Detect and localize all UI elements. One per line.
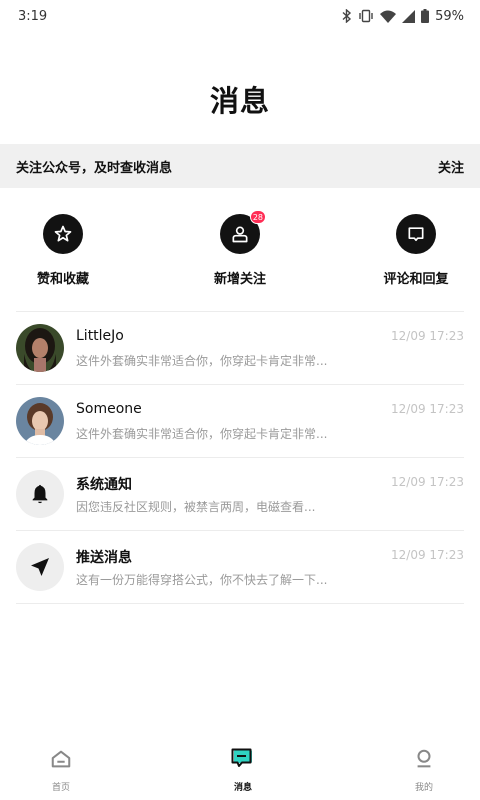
- bell-icon: [16, 470, 64, 518]
- message-time: 12/09 17:23: [391, 329, 464, 343]
- home-icon: [50, 748, 72, 774]
- quick-action-label: 新增关注: [213, 272, 266, 287]
- nav-home[interactable]: 首页: [31, 748, 91, 793]
- message-list: LittleJo 这件外套确实非常适合你，你穿起卡肯定非常... 12/09 1…: [16, 311, 464, 604]
- profile-icon: [413, 748, 435, 774]
- quick-action-label: 评论和回复: [383, 272, 449, 287]
- sender-name: Someone: [76, 401, 142, 417]
- likes-and-favorites-button[interactable]: 赞和收藏: [16, 214, 110, 287]
- message-preview: 这件外套确实非常适合你，你穿起卡肯定非常...: [76, 354, 328, 368]
- bluetooth-icon: [342, 9, 352, 23]
- status-icons: 59%: [342, 9, 464, 24]
- sender-name: 系统通知: [76, 477, 132, 493]
- quick-action-label: 赞和收藏: [36, 272, 89, 287]
- message-row[interactable]: 推送消息 这有一份万能得穿搭公式，你不快去了解一下... 12/09 17:23: [16, 531, 464, 604]
- message-preview: 这件外套确实非常适合你，你穿起卡肯定非常...: [76, 427, 328, 441]
- star-icon: [43, 214, 83, 254]
- signal-icon: [402, 9, 416, 23]
- nav-label: 我的: [414, 783, 433, 793]
- message-time: 12/09 17:23: [391, 548, 464, 562]
- status-time: 3:19: [18, 8, 48, 24]
- status-bar: 3:19 59%: [0, 0, 480, 32]
- message-icon: [231, 748, 255, 774]
- nav-label: 消息: [233, 783, 252, 793]
- user-icon: 28: [220, 210, 266, 254]
- page-title: 消息: [209, 84, 270, 118]
- nav-label: 首页: [51, 783, 70, 793]
- bottom-nav: 首页 消息 我的: [0, 740, 480, 800]
- nav-mine[interactable]: 我的: [394, 748, 454, 793]
- quick-actions: 赞和收藏 28 新增关注 评论和回复: [16, 210, 464, 294]
- message-row[interactable]: Someone 这件外套确实非常适合你，你穿起卡肯定非常... 12/09 17…: [16, 385, 464, 458]
- avatar: [16, 397, 64, 445]
- unread-badge: 28: [249, 210, 266, 224]
- message-time: 12/09 17:23: [391, 475, 464, 489]
- comments-and-replies-button[interactable]: 评论和回复: [368, 214, 464, 287]
- battery-icon: [421, 9, 430, 23]
- message-preview: 因您违反社区规则，被禁言两周，电磁查看...: [76, 500, 316, 514]
- message-row[interactable]: 系统通知 因您违反社区规则，被禁言两周，电磁查看... 12/09 17:23: [16, 458, 464, 531]
- sender-name: LittleJo: [76, 328, 124, 344]
- comment-icon: [396, 214, 436, 254]
- message-preview: 这有一份万能得穿搭公式，你不快去了解一下...: [76, 573, 328, 587]
- message-time: 12/09 17:23: [391, 402, 464, 416]
- message-row[interactable]: LittleJo 这件外套确实非常适合你，你穿起卡肯定非常... 12/09 1…: [16, 312, 464, 385]
- follow-banner: 关注公众号，及时查收消息 关注: [0, 144, 480, 188]
- wifi-icon: [380, 10, 397, 23]
- nav-messages[interactable]: 消息: [213, 748, 273, 793]
- battery-level: 59%: [435, 8, 464, 24]
- vibrate-icon: [358, 9, 374, 23]
- avatar: [16, 324, 64, 372]
- send-icon: [16, 543, 64, 591]
- new-followers-button[interactable]: 28 新增关注: [190, 210, 290, 287]
- sender-name: 推送消息: [76, 550, 132, 566]
- follow-button[interactable]: 关注: [438, 157, 464, 176]
- follow-banner-text: 关注公众号，及时查收消息: [16, 160, 173, 176]
